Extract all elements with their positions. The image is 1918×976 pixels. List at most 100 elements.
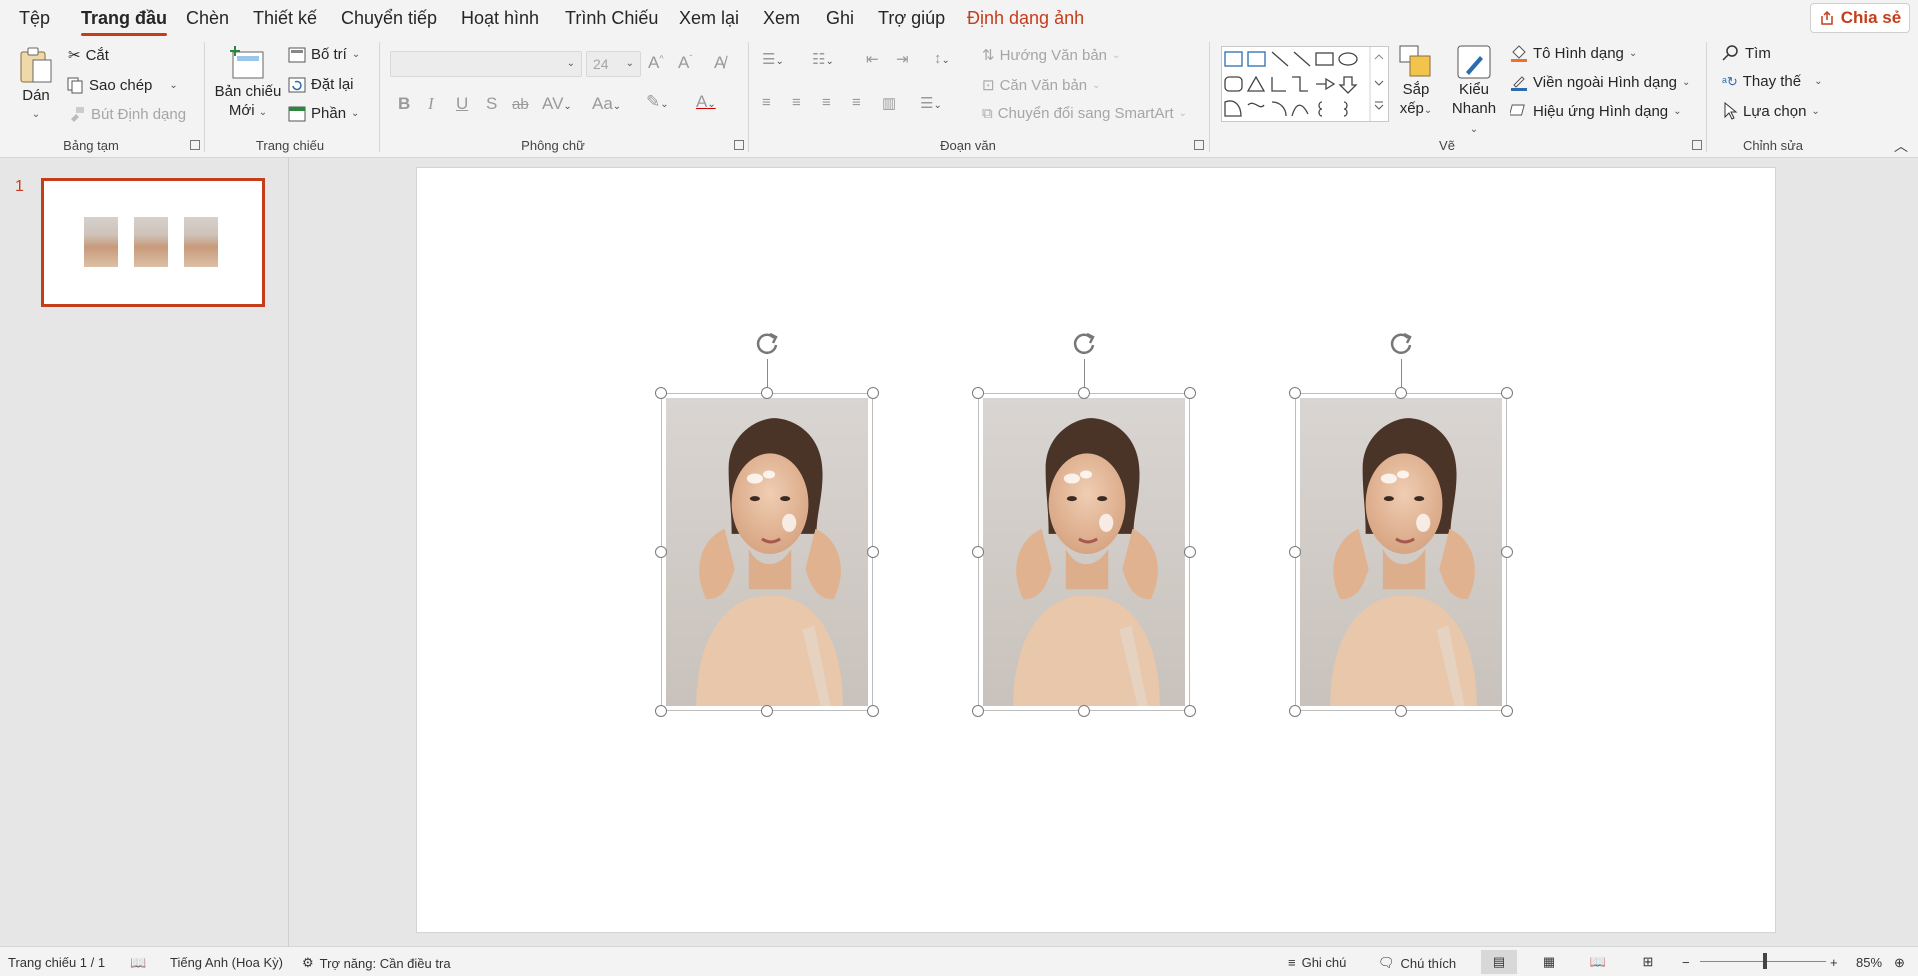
align-left-icon[interactable]: ≡ [762, 94, 771, 111]
paragraph-launcher-icon[interactable] [1194, 140, 1204, 150]
fit-to-window-icon[interactable]: ⊕ [1894, 955, 1905, 971]
numbering-icon[interactable]: ☷⌄ [812, 50, 834, 68]
picture[interactable] [1295, 393, 1507, 711]
change-case-icon[interactable]: Aa⌄ [592, 94, 621, 114]
slide-sorter-button[interactable]: ▦ [1531, 950, 1567, 974]
reset-button[interactable]: Đặt lại [288, 76, 354, 93]
decrease-indent-icon[interactable]: ⇤ [866, 50, 879, 68]
tab-insert[interactable]: Chèn [186, 8, 229, 29]
increase-font-size-icon[interactable]: A^ [648, 53, 664, 73]
select-button[interactable]: Lựa chọn ⌄ [1722, 102, 1820, 120]
reading-view-button[interactable]: 📖 [1580, 950, 1616, 974]
tab-picture-format[interactable]: Định dạng ảnh [967, 8, 1084, 29]
strikethrough-icon[interactable]: ab [512, 96, 529, 113]
resize-handle[interactable] [1501, 546, 1513, 558]
resize-handle[interactable] [1289, 546, 1301, 558]
language-indicator[interactable]: Tiếng Anh (Hoa Kỳ) [170, 955, 283, 970]
columns-icon[interactable]: ▥ [882, 94, 896, 112]
tab-design[interactable]: Thiết kế [253, 8, 317, 29]
shadow-icon[interactable]: S [486, 94, 497, 114]
font-name-combo[interactable]: ⌄ [390, 51, 582, 77]
font-color-icon[interactable]: A⌄ [696, 92, 716, 112]
bullets-icon[interactable]: ☰⌄ [762, 50, 784, 68]
align-right-icon[interactable]: ≡ [822, 94, 831, 111]
layout-button[interactable]: Bố trí ⌄ [288, 46, 360, 63]
tab-animations[interactable]: Hoạt hình [461, 8, 539, 29]
resize-handle[interactable] [867, 705, 879, 717]
accessibility-button[interactable]: ⚙ Trợ năng: Cần điều tra [302, 955, 451, 971]
clear-formatting-icon[interactable]: A̸ [714, 53, 725, 73]
tab-transitions[interactable]: Chuyển tiếp [341, 8, 437, 29]
zoom-percentage[interactable]: 85% [1856, 955, 1882, 970]
font-size-combo[interactable]: 24 ⌄ [586, 51, 641, 77]
convert-smartart-button[interactable]: ⧉ Chuyển đổi sang SmartArt ⌄ [982, 105, 1187, 122]
tab-help[interactable]: Trợ giúp [878, 8, 945, 29]
line-spacing-icon[interactable]: ↕⌄ [934, 50, 950, 67]
resize-handle[interactable] [655, 705, 667, 717]
resize-handle[interactable] [761, 705, 773, 717]
resize-handle[interactable] [1078, 705, 1090, 717]
resize-handle[interactable] [1184, 387, 1196, 399]
zoom-slider-thumb[interactable] [1763, 953, 1767, 969]
resize-handle[interactable] [1501, 387, 1513, 399]
spell-check-icon[interactable]: 📖 [130, 955, 146, 971]
shape-effects-button[interactable]: Hiệu ứng Hình dạng ⌄ [1510, 102, 1682, 120]
rotate-handle-icon[interactable] [1386, 329, 1416, 359]
italic-icon[interactable]: I [428, 94, 434, 114]
tab-slideshow[interactable]: Trình Chiếu [565, 8, 658, 29]
resize-handle[interactable] [1184, 546, 1196, 558]
notes-button[interactable]: ≡ Ghi chú [1288, 955, 1346, 970]
justify-icon[interactable]: ≡ [852, 94, 861, 111]
collapse-ribbon-icon[interactable]: ︿ [1894, 136, 1908, 156]
resize-handle[interactable] [867, 546, 879, 558]
resize-handle[interactable] [1184, 705, 1196, 717]
rotate-handle-icon[interactable] [1069, 329, 1099, 359]
resize-handle[interactable] [655, 387, 667, 399]
tab-review[interactable]: Xem lại [679, 8, 739, 29]
tab-file[interactable]: Tệp [19, 8, 50, 29]
shape-outline-button[interactable]: Viền ngoài Hình dạng ⌄ [1510, 73, 1690, 91]
quick-styles-button[interactable]: Kiểu Nhanh ⌄ [1446, 44, 1502, 139]
resize-handle[interactable] [1078, 387, 1090, 399]
resize-handle[interactable] [1395, 387, 1407, 399]
resize-handle[interactable] [1501, 705, 1513, 717]
cut-button[interactable]: ✂ Cắt [68, 46, 109, 65]
rotate-handle-icon[interactable] [752, 329, 782, 359]
resize-handle[interactable] [761, 387, 773, 399]
resize-handle[interactable] [655, 546, 667, 558]
decrease-font-size-icon[interactable]: Aˇ [678, 53, 692, 73]
underline-icon[interactable]: U [456, 94, 468, 114]
arrange-button[interactable]: Sắp xếp⌄ [1396, 44, 1436, 120]
paste-button[interactable]: Dán ⌄ [18, 46, 54, 124]
copy-button[interactable]: Sao chép ⌄ [66, 76, 178, 94]
picture[interactable] [978, 393, 1190, 711]
section-button[interactable]: Phần ⌄ [288, 105, 359, 122]
tab-view[interactable]: Xem [763, 8, 800, 29]
drawing-launcher-icon[interactable] [1692, 140, 1702, 150]
shape-fill-button[interactable]: Tô Hình dạng ⌄ [1510, 44, 1637, 62]
resize-handle[interactable] [972, 546, 984, 558]
text-direction-button[interactable]: ⇅ Hướng Văn bản ⌄ [982, 46, 1120, 65]
align-center-icon[interactable]: ≡ [792, 94, 801, 111]
resize-handle[interactable] [1289, 705, 1301, 717]
normal-view-button[interactable]: ▤ [1481, 950, 1517, 974]
character-spacing-icon[interactable]: AV⌄ [542, 94, 572, 114]
format-painter-button[interactable]: Bút Định dạng [68, 105, 186, 123]
slideshow-button[interactable]: ⊞ [1630, 950, 1666, 974]
zoom-in-button[interactable]: + [1830, 955, 1838, 970]
highlight-color-icon[interactable]: ✎⌄ [646, 92, 669, 112]
align-text-button[interactable]: ⊡ Căn Văn bản ⌄ [982, 76, 1101, 95]
clipboard-launcher-icon[interactable] [190, 140, 200, 150]
tab-record[interactable]: Ghi [826, 8, 854, 29]
new-slide-button[interactable]: Bản chiếu Mới ⌄ [214, 44, 282, 122]
replace-button[interactable]: ᵃ↻ Thay thế ⌄ [1722, 73, 1823, 90]
zoom-out-button[interactable]: − [1682, 955, 1690, 970]
find-button[interactable]: Tìm [1722, 44, 1771, 62]
comments-button[interactable]: 🗨 Chú thích [1378, 955, 1456, 971]
tab-home[interactable]: Trang đầu [81, 8, 168, 36]
distribute-icon[interactable]: ☰⌄ [920, 94, 942, 112]
increase-indent-icon[interactable]: ⇥ [896, 50, 909, 68]
shapes-gallery[interactable] [1221, 46, 1389, 122]
picture[interactable] [661, 393, 873, 711]
font-launcher-icon[interactable] [734, 140, 744, 150]
